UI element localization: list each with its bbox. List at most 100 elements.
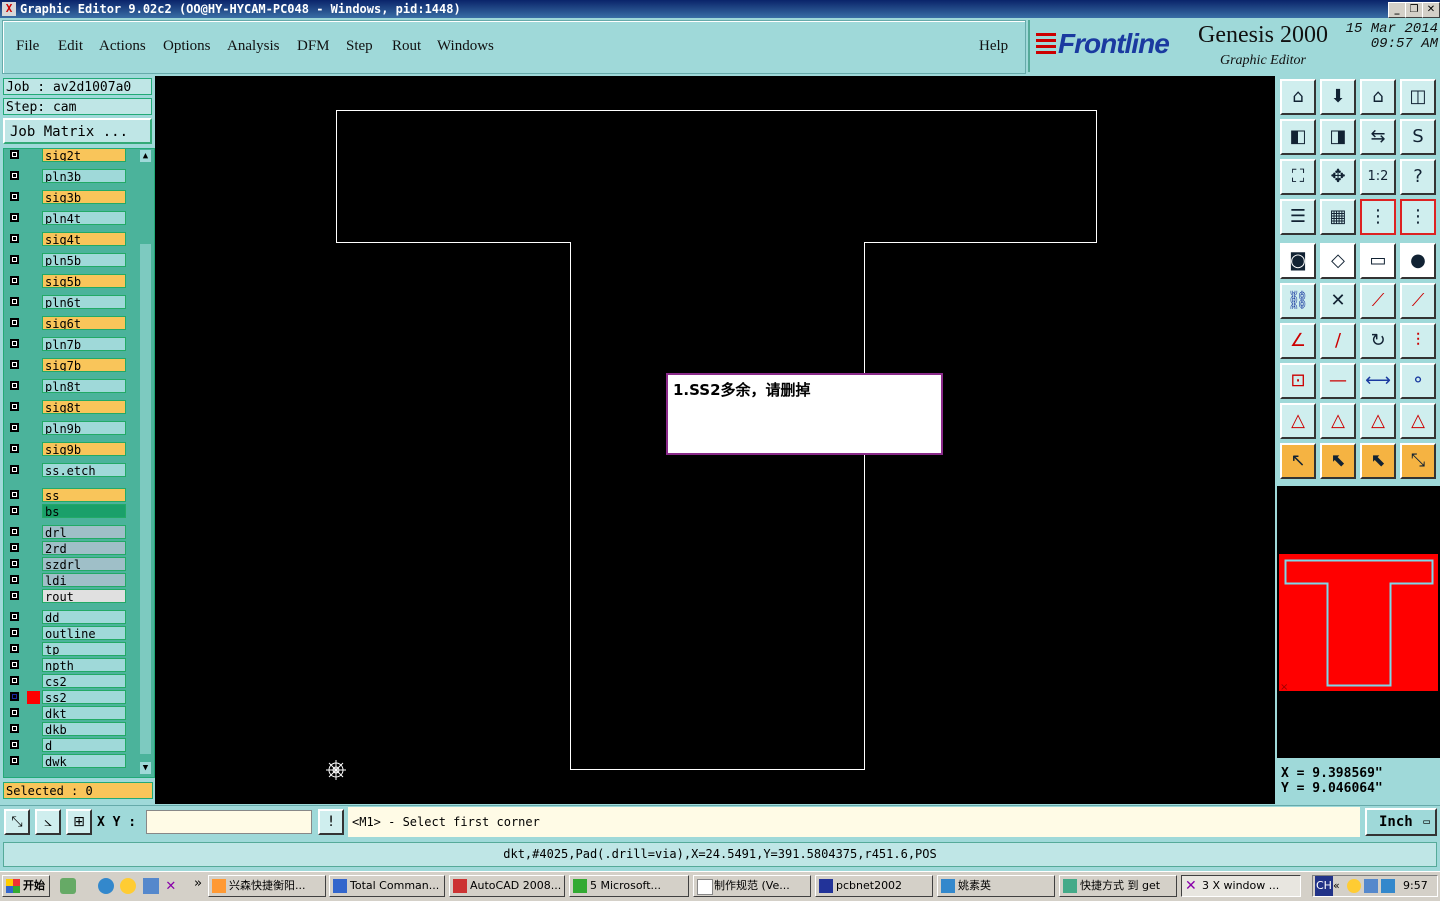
triangle-2-icon[interactable]: △ (1320, 403, 1356, 439)
job-matrix-button[interactable]: Job Matrix ... (3, 118, 152, 144)
layer-name[interactable]: d (42, 738, 126, 752)
measure-icon[interactable]: ⟷ (1360, 363, 1396, 399)
menu-options[interactable]: Options (163, 38, 211, 55)
query-icon[interactable]: ? (1400, 159, 1436, 195)
menu-dfm[interactable]: DFM (297, 38, 330, 55)
layer-name[interactable]: pln5b (42, 253, 126, 267)
layer-checkbox[interactable] (10, 213, 19, 222)
taskbar-item[interactable]: 姚素英 (937, 875, 1055, 897)
scroll-thumb[interactable] (140, 244, 151, 754)
taskbar-item[interactable]: AutoCAD 2008... (449, 875, 565, 897)
quicklaunch-icon[interactable] (60, 878, 76, 894)
layer-row-sig5b[interactable]: sig5b (6, 274, 126, 289)
layer-name[interactable]: rout (42, 589, 126, 603)
layer-checkbox[interactable] (10, 234, 19, 243)
layer-checkbox[interactable] (10, 297, 19, 306)
layer-row-szdrl[interactable]: szdrl (6, 557, 126, 572)
layer-row-ss[interactable]: ss (6, 488, 126, 503)
scroll-down-icon[interactable]: ▼ (140, 762, 151, 774)
layer-name[interactable]: ss2 (42, 690, 126, 704)
layer-row-pln6t[interactable]: pln6t (6, 295, 126, 310)
layer-checkbox[interactable] (10, 402, 19, 411)
pad-icon[interactable]: ◙ (1280, 243, 1316, 279)
language-indicator[interactable]: CH (1315, 876, 1333, 896)
layer-row-sig7b[interactable]: sig7b (6, 358, 126, 373)
layer-name[interactable]: pln8t (42, 379, 126, 393)
taskbar-item[interactable]: pcbnet2002 (815, 875, 933, 897)
layer-checkbox[interactable] (10, 575, 19, 584)
connect-icon[interactable]: ⛓ (1280, 283, 1316, 319)
layer-row-drl[interactable]: drl (6, 525, 126, 540)
layer-checkbox[interactable] (10, 591, 19, 600)
layer-name[interactable]: ss.etch (42, 463, 126, 477)
layer-name[interactable]: pln4t (42, 211, 126, 225)
layer-name[interactable]: npth (42, 658, 126, 672)
layer-name[interactable]: dd (42, 610, 126, 624)
layer-row-outline[interactable]: outline (6, 626, 126, 641)
layer-row-rout[interactable]: rout (6, 589, 126, 604)
cross-icon[interactable]: ✕ (1320, 283, 1356, 319)
layer-row-d[interactable]: d (6, 738, 126, 753)
layer-row-pln9b[interactable]: pln9b (6, 421, 126, 436)
display-down-icon[interactable]: ⬇ (1320, 79, 1356, 115)
house-icon[interactable]: ⌂ (1360, 79, 1396, 115)
taskbar-item[interactable]: 快捷方式 到 get (1059, 875, 1177, 897)
layer-name[interactable]: sig6t (42, 316, 126, 330)
layer-checkbox[interactable] (10, 628, 19, 637)
browser-icon[interactable] (98, 878, 114, 894)
line-point-icon[interactable]: ⟋ (1360, 283, 1396, 319)
layer-name[interactable]: sig3b (42, 190, 126, 204)
layer-name[interactable]: sig9b (42, 442, 126, 456)
menu-rout[interactable]: Rout (392, 38, 421, 55)
xy-input[interactable] (146, 810, 312, 834)
layer-checkbox[interactable] (10, 506, 19, 515)
layer-name[interactable]: pln3b (42, 169, 126, 183)
shapes-icon[interactable]: ⚬ (1400, 363, 1436, 399)
layer-checkbox[interactable] (10, 644, 19, 653)
tray-display-icon[interactable] (1381, 879, 1395, 893)
layer-row-sig6t[interactable]: sig6t (6, 316, 126, 331)
layer-checkbox[interactable] (10, 740, 19, 749)
layer-checkbox[interactable] (10, 192, 19, 201)
layer-row-bs[interactable]: bs (6, 504, 126, 519)
layer-name[interactable]: sig8t (42, 400, 126, 414)
layer-row-pln7b[interactable]: pln7b (6, 337, 126, 352)
menu-analysis[interactable]: Analysis (227, 38, 280, 55)
layer-checkbox[interactable] (10, 708, 19, 717)
app-quicklaunch-icon[interactable] (143, 878, 159, 894)
layer-row-sig3b[interactable]: sig3b (6, 190, 126, 205)
layer-checkbox[interactable] (10, 360, 19, 369)
layer-name[interactable]: pln6t (42, 295, 126, 309)
layer-name[interactable]: sig4t (42, 232, 126, 246)
layer-checkbox[interactable] (10, 527, 19, 536)
layer-row-sig8t[interactable]: sig8t (6, 400, 126, 415)
grid-snap-icon[interactable]: ⊞ (66, 809, 92, 835)
layer-row-cs2[interactable]: cs2 (6, 674, 126, 689)
measure-angle-icon[interactable]: ⦣ (35, 809, 61, 835)
close-button[interactable]: ✕ (1422, 2, 1440, 18)
layer-name[interactable]: drl (42, 525, 126, 539)
minimize-button[interactable]: _ (1388, 2, 1406, 18)
layer-checkbox[interactable] (10, 171, 19, 180)
layer-row-ss.etch[interactable]: ss.etch (6, 463, 126, 478)
tray-clock[interactable]: 9:57 (1403, 876, 1428, 896)
layer-name[interactable]: szdrl (42, 557, 126, 571)
layer-row-dd[interactable]: dd (6, 610, 126, 625)
snap-red-icon[interactable]: ⋮ (1360, 199, 1396, 235)
layer-checkbox[interactable] (10, 444, 19, 453)
start-button[interactable]: 开始 (2, 875, 50, 897)
select-arrow-icon[interactable]: ↖ (1280, 443, 1316, 479)
triangle-3-icon[interactable]: △ (1360, 403, 1396, 439)
clock-app-icon[interactable] (120, 878, 136, 894)
layer-row-tp[interactable]: tp (6, 642, 126, 657)
layer-row-npth[interactable]: npth (6, 658, 126, 673)
menu-edit[interactable]: Edit (58, 38, 83, 55)
layer-checkbox[interactable] (10, 423, 19, 432)
x-app-icon[interactable]: ✕ (166, 875, 176, 894)
layer-checkbox[interactable] (10, 150, 19, 159)
menu-windows[interactable]: Windows (437, 38, 494, 55)
split-icon[interactable]: ⫶ (1400, 323, 1436, 359)
pan-right-icon[interactable]: ◨ (1320, 119, 1356, 155)
layer-name[interactable]: dkt (42, 706, 126, 720)
layer-name[interactable]: pln9b (42, 421, 126, 435)
